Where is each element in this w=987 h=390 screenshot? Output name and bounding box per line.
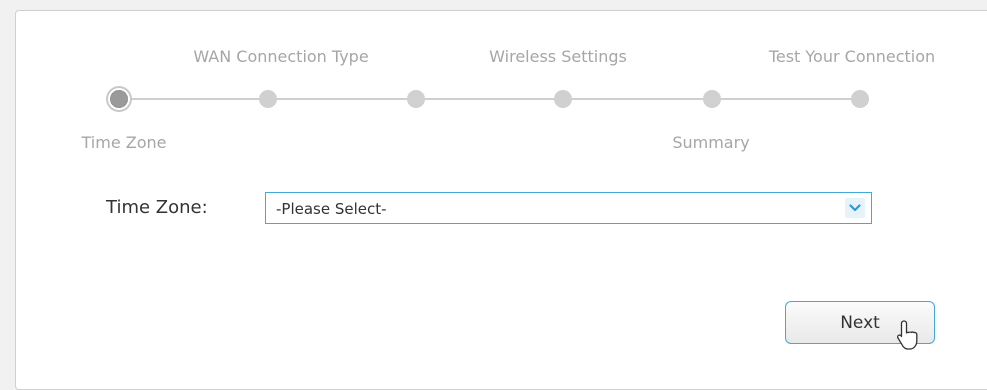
step-label-time-zone: Time Zone xyxy=(81,133,167,152)
step-dot-step-3 xyxy=(407,90,425,108)
step-dot-summary xyxy=(703,90,721,108)
step-dot-test-your-connection xyxy=(851,90,869,108)
step-label-test-your-connection: Test Your Connection xyxy=(768,47,936,66)
step-dot-wireless-settings xyxy=(554,90,572,108)
step-label-wan-connection-type: WAN Connection Type xyxy=(193,47,369,66)
step-dot-wan-connection-type xyxy=(259,90,277,108)
time-zone-label: Time Zone: xyxy=(106,197,208,218)
step-label-wireless-settings: Wireless Settings xyxy=(489,47,627,66)
wizard-progress-track xyxy=(120,98,860,100)
step-label-summary: Summary xyxy=(672,133,750,152)
mouse-pointer-icon xyxy=(896,320,920,358)
step-dot-time-zone xyxy=(110,90,128,108)
chevron-down-icon[interactable] xyxy=(845,198,865,218)
time-zone-select[interactable]: -Please Select- xyxy=(265,192,872,224)
time-zone-select-value: -Please Select- xyxy=(276,200,387,218)
